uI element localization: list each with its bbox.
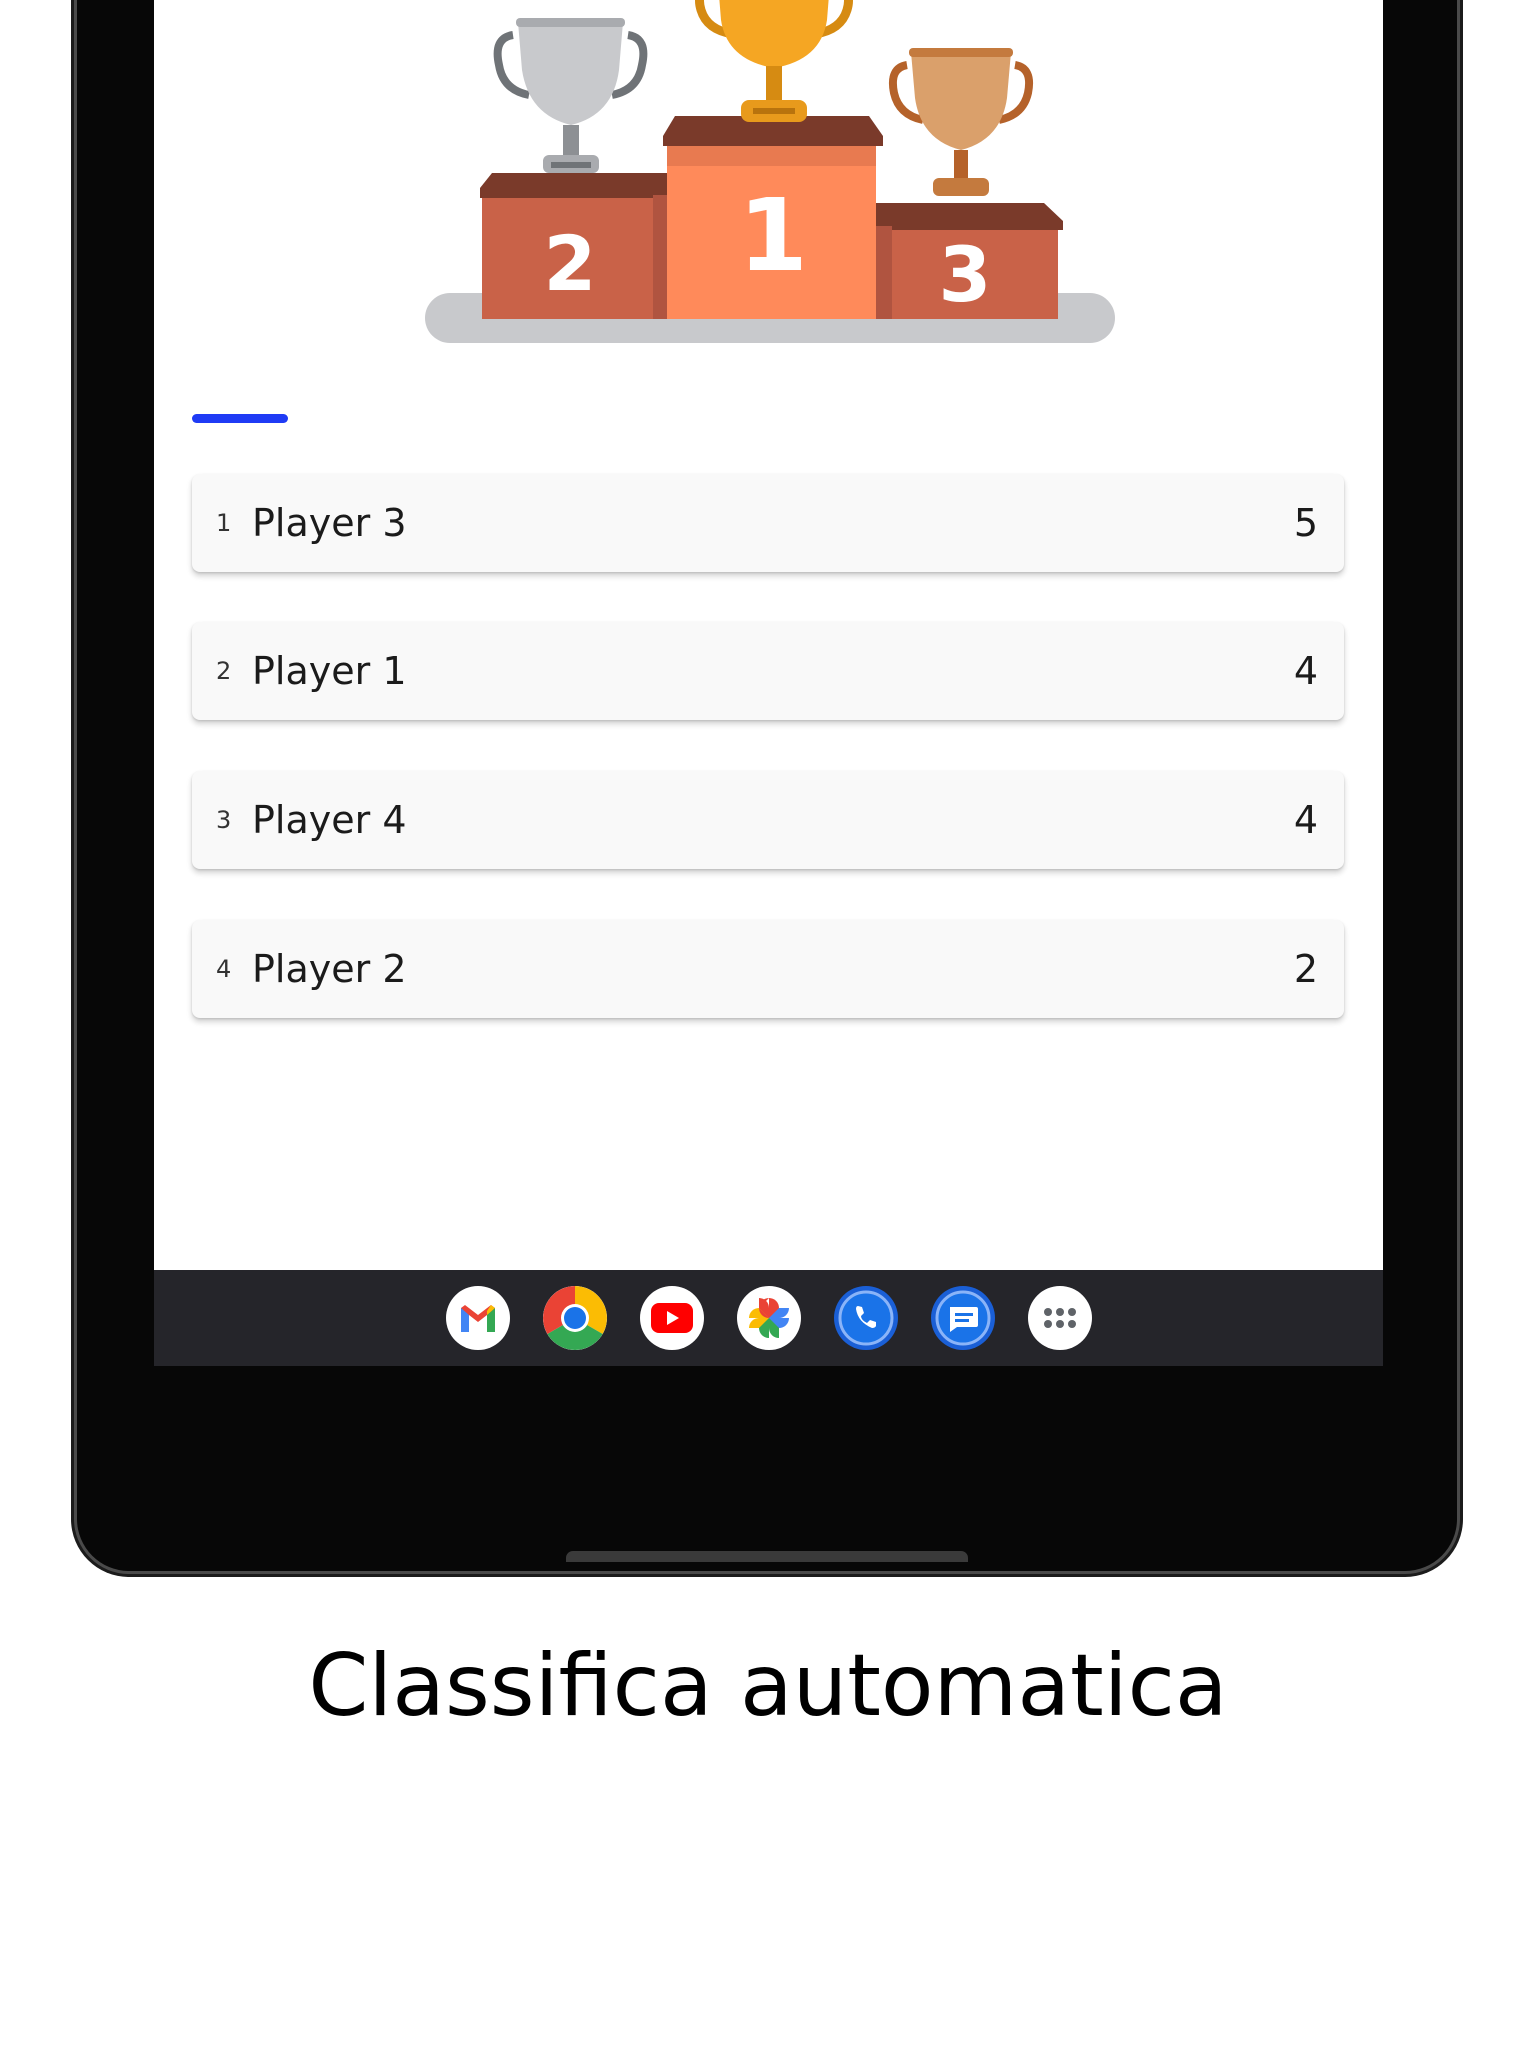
row-score: 4 (1293, 798, 1318, 842)
podium-illustration: 2 3 1 (423, 0, 1123, 350)
row-player-name: Player 1 (252, 649, 407, 693)
app-drawer-icon[interactable] (1027, 1286, 1092, 1350)
app-screen: 2 3 1 1 Player 3 5 2 Player 1 4 3 Player… (154, 0, 1383, 1270)
podium-third-label: 3 (939, 230, 992, 319)
taskbar-dock (154, 1270, 1383, 1366)
leaderboard-row[interactable]: 1 Player 3 5 (192, 474, 1344, 572)
tab-indicator (192, 414, 288, 423)
podium-second-label: 2 (544, 219, 597, 308)
tablet-notch (566, 1551, 968, 1562)
row-rank: 1 (216, 509, 232, 537)
row-player-name: Player 4 (252, 798, 407, 842)
row-player-name: Player 3 (252, 501, 407, 545)
row-score: 5 (1293, 501, 1318, 545)
bronze-trophy-icon (888, 48, 1034, 196)
messages-icon[interactable] (930, 1286, 995, 1350)
podium-second-top (480, 173, 667, 198)
row-rank: 4 (216, 955, 232, 983)
leaderboard-row[interactable]: 4 Player 2 2 (192, 920, 1344, 1018)
podium-svg: 2 3 1 (425, 0, 1115, 343)
silver-trophy-icon (493, 18, 648, 173)
caption-title: Classifica automatica (308, 1636, 1228, 1736)
row-score: 4 (1293, 649, 1318, 693)
photos-icon[interactable] (736, 1286, 801, 1350)
row-player-name: Player 2 (252, 947, 407, 991)
gmail-icon[interactable] (445, 1286, 510, 1350)
row-rank: 3 (216, 806, 232, 834)
gold-trophy-icon (695, 0, 853, 122)
chrome-icon[interactable] (542, 1286, 607, 1350)
phone-icon[interactable] (833, 1286, 898, 1350)
row-score: 2 (1293, 947, 1318, 991)
row-rank: 2 (216, 657, 232, 685)
youtube-icon[interactable] (639, 1286, 704, 1350)
leaderboard-row[interactable]: 3 Player 4 4 (192, 771, 1344, 869)
leaderboard-row[interactable]: 2 Player 1 4 (192, 622, 1344, 720)
podium-third-top (876, 203, 1063, 230)
podium-first-label: 1 (738, 177, 808, 294)
